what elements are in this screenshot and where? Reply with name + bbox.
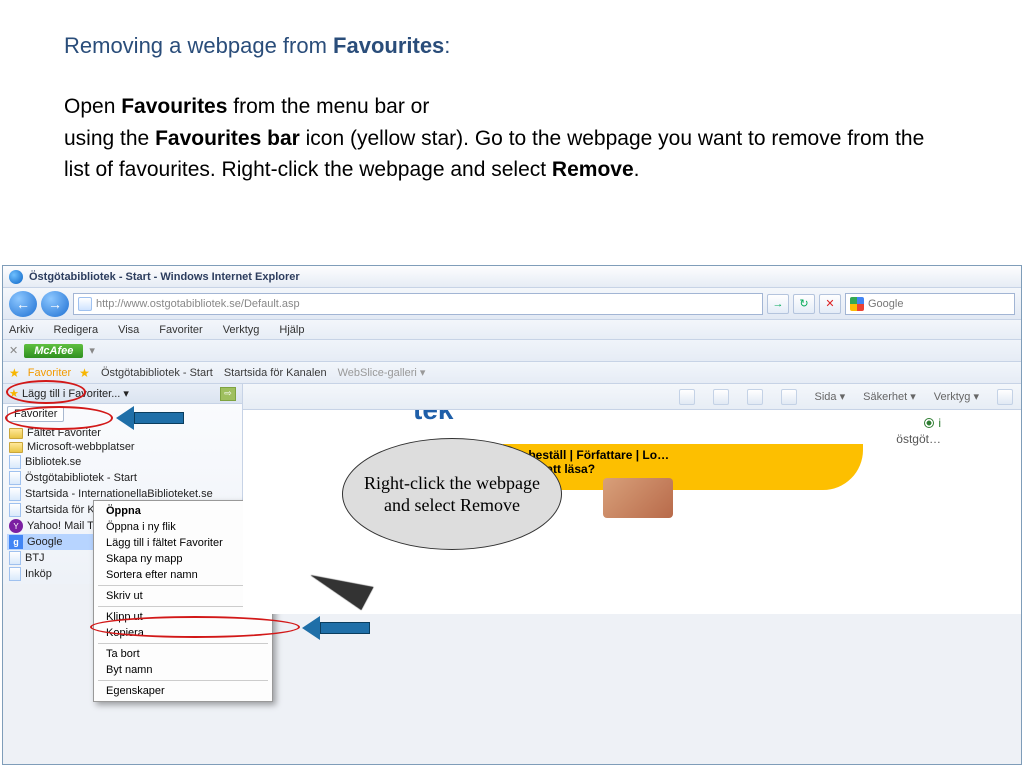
google-icon [850, 297, 864, 311]
annotation-ellipse-favtab [5, 406, 113, 430]
stop-button[interactable]: ✕ [819, 294, 841, 314]
ie-icon [9, 270, 23, 284]
arrow-shaft [320, 622, 370, 634]
print-icon[interactable] [781, 389, 797, 405]
pin-icon[interactable]: ⇨ [220, 387, 236, 401]
annotation-arrow-2 [302, 616, 370, 640]
ctx-remove[interactable]: Ta bort [94, 646, 272, 662]
menu-bar: Arkiv Redigera Visa Favoriter Verktyg Hj… [3, 320, 1021, 340]
go-button[interactable]: → [767, 294, 789, 314]
favourites-bar: ★ Favoriter ★ Östgötabibliotek - Start S… [3, 362, 1021, 384]
menu-visa[interactable]: Visa [118, 324, 139, 336]
radio-dot-icon [924, 418, 934, 428]
heading-post: : [444, 33, 450, 58]
instruction-line-3: list of favourites. Right-click the webp… [64, 155, 960, 185]
page-icon [78, 297, 92, 311]
arrow-shaft [134, 412, 184, 424]
content-image [603, 478, 673, 518]
favbar-item-3[interactable]: WebSlice-galleri ▾ [335, 366, 426, 379]
menu-redigera[interactable]: Redigera [53, 324, 98, 336]
page-icon [9, 487, 21, 501]
callout-bubble: Right-click the webpage and select Remov… [342, 438, 572, 568]
slide-heading: Removing a webpage from Favourites: [64, 30, 960, 62]
page-icon [9, 455, 21, 469]
mcafee-logo[interactable]: McAfee [24, 344, 83, 358]
cmd-verktyg[interactable]: Verktyg ▾ [934, 390, 979, 403]
feeds-icon[interactable] [713, 389, 729, 405]
ctx-rename[interactable]: Byt namn [94, 662, 272, 678]
arrow-head-icon [302, 616, 320, 640]
page-icon [9, 567, 21, 581]
address-bar[interactable]: http://www.ostgotabibliotek.se/Default.a… [73, 293, 763, 315]
annotation-ellipse-favbutton [6, 380, 86, 404]
heading-bold: Favourites [333, 33, 444, 58]
page-icon [9, 471, 21, 485]
mcafee-toolbar: ✕ McAfee ▾ [3, 340, 1021, 362]
page-icon [9, 503, 21, 517]
search-box[interactable]: Google [845, 293, 1015, 315]
window-title: Östgötabibliotek - Start - Windows Inter… [29, 271, 300, 283]
cmd-sakerhet[interactable]: Säkerhet ▾ [863, 390, 916, 403]
search-scope-radio[interactable]: i [924, 416, 941, 430]
fav-item[interactable]: Östgötabibliotek - Start [7, 470, 238, 486]
help-icon[interactable] [997, 389, 1013, 405]
url-text: http://www.ostgotabibliotek.se/Default.a… [96, 298, 300, 310]
menu-arkiv[interactable]: Arkiv [9, 324, 33, 336]
folder-icon [9, 428, 23, 439]
fav-item[interactable]: Bibliotek.se [7, 454, 238, 470]
menu-hjalp[interactable]: Hjälp [279, 324, 304, 336]
search-engine-label: Google [868, 298, 903, 310]
refresh-button[interactable]: ↻ [793, 294, 815, 314]
callout-text: Right-click the webpage and select Remov… [342, 438, 562, 550]
instruction-line-1: Open Favourites from the menu bar or [64, 92, 960, 122]
back-button[interactable]: ← [9, 291, 37, 317]
heading-pre: Removing a webpage from [64, 33, 333, 58]
ctx-divider [98, 680, 268, 681]
home-icon[interactable] [679, 389, 695, 405]
favoriter-button[interactable]: Favoriter [28, 367, 71, 379]
ie-titlebar: Östgötabibliotek - Start - Windows Inter… [3, 266, 1021, 288]
folder-icon [9, 442, 23, 453]
menu-verktyg[interactable]: Verktyg [223, 324, 260, 336]
command-bar: Sida ▾ Säkerhet ▾ Verktyg ▾ [243, 384, 1021, 410]
favbar-item-1[interactable]: Östgötabibliotek - Start [98, 367, 213, 379]
instruction-line-2: using the Favourites bar icon (yellow st… [64, 124, 960, 154]
ctx-properties[interactable]: Egenskaper [94, 683, 272, 699]
nav-row: ← → http://www.ostgotabibliotek.se/Defau… [3, 288, 1021, 320]
search-scope-label: östgöt… [896, 432, 941, 446]
ctx-divider [98, 643, 268, 644]
annotation-arrow-1 [116, 406, 184, 430]
annotation-ellipse-remove [90, 616, 300, 638]
cmd-sida[interactable]: Sida ▾ [815, 390, 846, 403]
fav-item[interactable]: Microsoft-webbplatser [7, 440, 238, 454]
yahoo-icon: Y [9, 519, 23, 533]
favbar-item-2[interactable]: Startsida för Kanalen [221, 367, 327, 379]
forward-button[interactable]: → [41, 291, 69, 317]
add-star-icon[interactable]: ★ [79, 366, 90, 380]
arrow-head-icon [116, 406, 134, 430]
menu-favoriter[interactable]: Favoriter [159, 324, 202, 336]
google-icon: g [9, 535, 23, 549]
mail-icon[interactable] [747, 389, 763, 405]
page-icon [9, 551, 21, 565]
star-icon[interactable]: ★ [9, 366, 20, 380]
